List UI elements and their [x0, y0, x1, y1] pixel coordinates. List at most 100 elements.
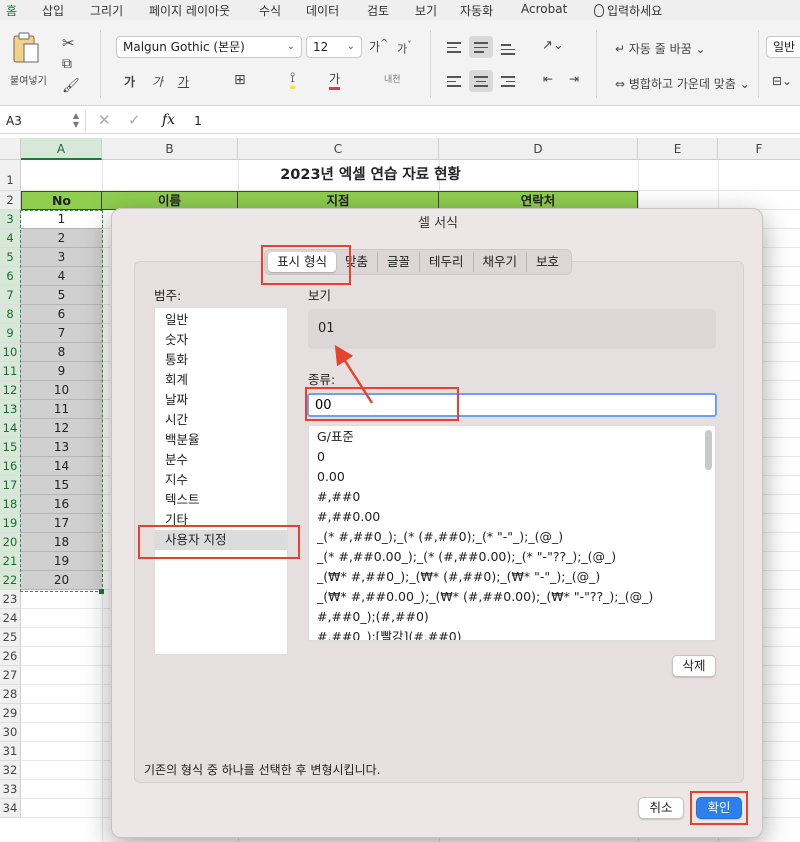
tab-page-layout[interactable]: 페이지 레이아웃	[149, 2, 230, 19]
italic-button[interactable]: 가	[152, 73, 163, 90]
row-header[interactable]: 5	[0, 248, 21, 267]
row-header[interactable]: 9	[0, 324, 21, 343]
format-item[interactable]: #,##0	[309, 487, 715, 507]
insert-function-icon[interactable]: fx	[162, 112, 175, 128]
row-header[interactable]: 27	[0, 666, 21, 685]
phonetic-button[interactable]: 내천	[384, 72, 401, 85]
tab-number[interactable]: 표시 형식	[268, 252, 336, 272]
sheet-title[interactable]: 2023년 엑셀 연습 자료 현황	[102, 160, 639, 191]
font-color-button[interactable]: 가	[329, 70, 340, 90]
font-grow-button[interactable]: 가^	[369, 38, 388, 55]
font-name-combo[interactable]: Malgun Gothic (본문) ⌄	[116, 36, 302, 58]
fill-handle[interactable]	[99, 589, 104, 594]
align-bottom-icon[interactable]	[501, 44, 515, 55]
row-header[interactable]: 20	[0, 533, 21, 552]
format-item[interactable]: _(₩* #,##0.00_);_(₩* (#,##0.00);_(₩* "-"…	[309, 587, 715, 607]
underline-button[interactable]: 가	[178, 73, 189, 90]
tab-fill[interactable]: 채우기	[474, 252, 528, 272]
tab-home[interactable]: 홈	[6, 2, 17, 19]
format-item[interactable]: _(* #,##0_);_(* (#,##0);_(* "-"_);_(@_)	[309, 527, 715, 547]
tab-review[interactable]: 검토	[367, 2, 389, 19]
row-header[interactable]: 2	[0, 191, 21, 210]
row-header[interactable]: 30	[0, 723, 21, 742]
row-header[interactable]: 28	[0, 685, 21, 704]
format-item[interactable]: _(* #,##0.00_);_(* (#,##0.00);_(* "-"??_…	[309, 547, 715, 567]
row-header[interactable]: 8	[0, 305, 21, 324]
merge-center-button[interactable]: ⇔ 병합하고 가운데 맞춤 ⌄	[615, 75, 750, 92]
col-header-f[interactable]: F	[718, 138, 800, 160]
row-header[interactable]: 14	[0, 419, 21, 438]
tab-insert[interactable]: 삽입	[42, 2, 64, 19]
category-item[interactable]: 분수	[155, 450, 287, 470]
tab-data[interactable]: 데이터	[306, 2, 339, 19]
row-header[interactable]: 11	[0, 362, 21, 381]
format-painter-icon[interactable]: 🖌	[62, 78, 80, 94]
row-header[interactable]: 12	[0, 381, 21, 400]
category-item[interactable]: 날짜	[155, 390, 287, 410]
row-header[interactable]: 13	[0, 400, 21, 419]
tab-font[interactable]: 글꼴	[378, 252, 420, 272]
row-header[interactable]: 33	[0, 780, 21, 799]
col-header-a[interactable]: A	[21, 138, 102, 160]
delete-button[interactable]: 삭제	[672, 655, 716, 677]
format-list-scrollbar[interactable]	[705, 430, 712, 470]
align-left-icon[interactable]	[447, 76, 461, 87]
row-header[interactable]: 17	[0, 476, 21, 495]
row-header[interactable]: 4	[0, 229, 21, 248]
row-header[interactable]: 18	[0, 495, 21, 514]
font-shrink-button[interactable]: 가ˇ	[397, 40, 412, 57]
format-item[interactable]: G/표준	[309, 427, 715, 447]
tab-protection[interactable]: 보호	[527, 252, 568, 272]
orientation-icon[interactable]: ↗⌄	[542, 38, 564, 53]
category-item[interactable]: 통화	[155, 350, 287, 370]
cancel-icon[interactable]: ✕	[98, 111, 111, 129]
category-item[interactable]: 시간	[155, 410, 287, 430]
row-header[interactable]: 6	[0, 267, 21, 286]
format-item[interactable]: #,##0_);(#,##0)	[309, 607, 715, 627]
col-header-c[interactable]: C	[238, 138, 439, 160]
format-item[interactable]: 0.00	[309, 467, 715, 487]
format-item[interactable]: #,##0.00	[309, 507, 715, 527]
row-header[interactable]: 15	[0, 438, 21, 457]
formula-value[interactable]: 1	[194, 113, 202, 128]
cancel-button[interactable]: 취소	[638, 797, 684, 819]
align-middle-icon[interactable]	[474, 42, 488, 53]
format-item[interactable]: #,##0_);[빨강](#,##0)	[309, 627, 715, 641]
tab-alignment[interactable]: 맞춤	[336, 252, 378, 272]
header-cell-no[interactable]: No	[21, 191, 102, 210]
borders-icon[interactable]: ⊞	[234, 72, 246, 88]
enter-icon[interactable]: ✓	[128, 111, 141, 129]
tab-border[interactable]: 테두리	[420, 252, 474, 272]
category-item[interactable]: 사용자 지정	[155, 530, 287, 550]
align-center-icon[interactable]	[474, 76, 488, 87]
format-list[interactable]: G/표준00.00#,##0#,##0.00_(* #,##0_);_(* (#…	[308, 425, 716, 641]
col-header-e[interactable]: E	[638, 138, 718, 160]
category-item[interactable]: 숫자	[155, 330, 287, 350]
category-item[interactable]: 백분율	[155, 430, 287, 450]
format-item[interactable]: _(₩* #,##0_);_(₩* (#,##0);_(₩* "-"_);_(@…	[309, 567, 715, 587]
row-header[interactable]: 34	[0, 799, 21, 818]
fill-color-icon[interactable]: ⟟	[290, 70, 295, 89]
tab-draw[interactable]: 그리기	[90, 2, 123, 19]
align-right-icon[interactable]	[501, 76, 515, 87]
category-item[interactable]: 텍스트	[155, 490, 287, 510]
format-item[interactable]: 0	[309, 447, 715, 467]
tab-acrobat[interactable]: Acrobat	[521, 2, 567, 16]
category-item[interactable]: 지수	[155, 470, 287, 490]
category-list[interactable]: 일반숫자통화회계날짜시간백분율분수지수텍스트기타사용자 지정	[154, 307, 288, 655]
category-item[interactable]: 일반	[155, 310, 287, 330]
copy-icon[interactable]: ⧉	[62, 56, 72, 72]
row-header[interactable]: 25	[0, 628, 21, 647]
tell-me-search[interactable]: 입력하세요	[594, 2, 662, 19]
font-size-combo[interactable]: 12 ⌄	[306, 36, 362, 58]
currency-icon[interactable]: ⊟⌄	[772, 74, 792, 88]
align-top-icon[interactable]	[447, 42, 461, 53]
row-header[interactable]: 24	[0, 609, 21, 628]
indent-increase-icon[interactable]: ⇥	[569, 72, 579, 86]
category-item[interactable]: 회계	[155, 370, 287, 390]
col-header-b[interactable]: B	[102, 138, 238, 160]
indent-decrease-icon[interactable]: ⇤	[543, 72, 553, 86]
paste-button[interactable]	[12, 32, 40, 66]
category-item[interactable]: 기타	[155, 510, 287, 530]
row-header[interactable]: 19	[0, 514, 21, 533]
